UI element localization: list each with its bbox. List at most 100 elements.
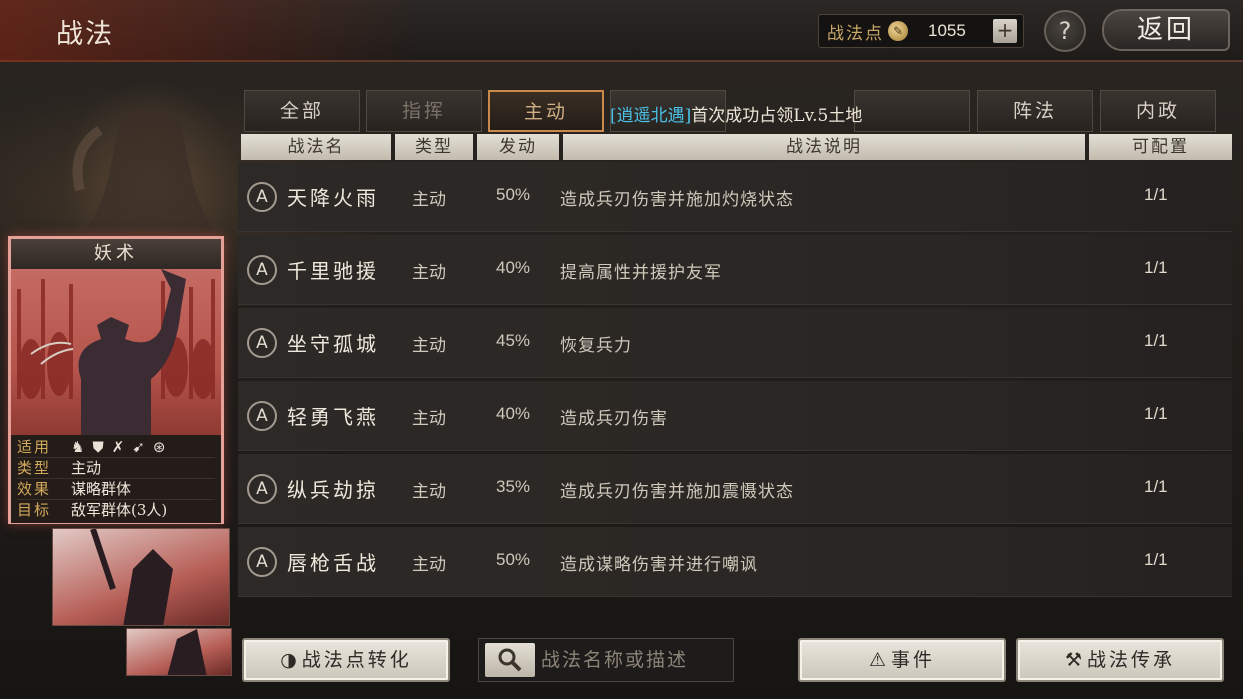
tactic-inherit-button[interactable]: ⚒ 战法传承: [1016, 638, 1224, 682]
tab-domestic[interactable]: 内政: [1100, 90, 1216, 132]
tactic-avail: 1/1: [1144, 404, 1168, 423]
tactic-points-label: 战法点: [827, 23, 884, 44]
tactic-name: 纵兵劫掠: [287, 478, 379, 502]
tab-command[interactable]: 指挥: [366, 90, 482, 132]
type-row: 类型 主动: [17, 458, 215, 479]
search-icon[interactable]: [485, 643, 535, 677]
tactic-inherit-label: 战法传承: [1087, 649, 1176, 671]
table-row[interactable]: A 轻勇飞燕 主动 40% 造成兵刃伤害 1/1: [238, 381, 1232, 451]
type-key: 类型: [17, 459, 52, 477]
events-button[interactable]: ⚠ 事件: [798, 638, 1006, 682]
tactic-name: 千里驰援: [287, 259, 379, 283]
tactic-points-value: 1055: [928, 21, 966, 40]
convert-points-label: 战法点转化: [301, 649, 412, 671]
stacked-tactic-card[interactable]: [126, 628, 232, 676]
tactic-list[interactable]: A 天降火雨 主动 50% 造成兵刃伤害并施加灼烧状态 1/1 A 千里驰援 主…: [238, 162, 1232, 598]
tactic-desc: 造成兵刃伤害并施加震慑状态: [560, 482, 794, 502]
tactic-avail: 1/1: [1144, 331, 1168, 350]
col-type-header[interactable]: 类型: [395, 134, 473, 160]
event-notice: [逍遥北遇]首次成功占领Lv.5土地: [610, 101, 862, 126]
tactic-name: 坐守孤城: [287, 332, 379, 356]
table-row[interactable]: A 千里驰援 主动 40% 提高属性并援护友军 1/1: [238, 235, 1232, 305]
tactic-type: 主动: [412, 336, 446, 356]
tactic-name: 唇枪舌战: [287, 551, 379, 575]
col-desc-header: 战法说明: [563, 134, 1085, 160]
event-notice-tag: [逍遥北遇]: [610, 106, 692, 126]
page-title: 战法: [56, 19, 114, 50]
tactic-desc: 提高属性并援护友军: [560, 263, 722, 283]
tactic-rate: 40%: [496, 258, 531, 277]
card-illustration: [11, 269, 221, 435]
unit-type-icons: ♞ ⛊ ✗ ➹ ⊛: [71, 437, 165, 457]
table-row[interactable]: A 天降火雨 主动 50% 造成兵刃伤害并施加灼烧状态 1/1: [238, 162, 1232, 232]
tactic-desc: 造成谋略伤害并进行嘲讽: [560, 555, 758, 575]
apply-row: 适用 ♞ ⛊ ✗ ➹ ⊛: [17, 437, 215, 458]
tactic-rate: 45%: [496, 331, 531, 350]
tactic-type: 主动: [412, 190, 446, 210]
col-rate-header[interactable]: 发动: [477, 134, 559, 160]
archer-icon: ✗: [111, 438, 125, 456]
effect-value: 谋略群体: [71, 480, 132, 498]
hammer-icon: ⚒: [1064, 649, 1086, 671]
tactic-avail: 1/1: [1144, 550, 1168, 569]
tactic-rate: 40%: [496, 404, 531, 423]
convert-points-button[interactable]: ◑ 战法点转化: [242, 638, 450, 682]
col-avail-header[interactable]: 可配置: [1089, 134, 1232, 160]
tactic-rate: 50%: [496, 550, 531, 569]
feather-coin-icon: ✎: [888, 21, 908, 41]
help-button[interactable]: ?: [1044, 10, 1086, 52]
tactic-avail: 1/1: [1144, 477, 1168, 496]
cavalry-icon: ♞: [71, 438, 85, 456]
table-row[interactable]: A 唇枪舌战 主动 50% 造成谋略伤害并进行嘲讽 1/1: [238, 527, 1232, 597]
grade-badge: A: [247, 182, 277, 212]
tactic-avail: 1/1: [1144, 258, 1168, 277]
tactic-type: 主动: [412, 555, 446, 575]
tactic-avail: 1/1: [1144, 185, 1168, 204]
search-input[interactable]: [541, 644, 727, 676]
spear-icon: ➹: [132, 438, 145, 456]
card-info-panel: 适用 ♞ ⛊ ✗ ➹ ⊛ 类型 主动 效果 谋略群体 目标 敌军群体(3人): [11, 435, 221, 523]
tactic-desc: 造成兵刃伤害并施加灼烧状态: [560, 190, 794, 210]
effect-row: 效果 谋略群体: [17, 479, 215, 500]
event-notice-text: 首次成功占领Lv.5土地: [691, 106, 863, 126]
alert-book-icon: ⚠: [868, 649, 890, 671]
shield-icon: ⛊: [92, 438, 104, 456]
tactic-type: 主动: [412, 409, 446, 429]
tactic-desc: 恢复兵力: [560, 336, 632, 356]
add-points-button[interactable]: +: [993, 19, 1017, 43]
tab-active[interactable]: 主动: [488, 90, 604, 132]
grade-badge: A: [247, 401, 277, 431]
target-row: 目标 敌军群体(3人): [17, 500, 215, 521]
col-name-header[interactable]: 战法名: [241, 134, 391, 160]
grade-badge: A: [247, 474, 277, 504]
search-box: [478, 638, 734, 682]
type-value: 主动: [71, 459, 102, 477]
tactic-desc: 造成兵刃伤害: [560, 409, 668, 429]
apply-key: 适用: [17, 438, 52, 456]
back-button[interactable]: 返回: [1102, 9, 1230, 51]
tactic-rate: 50%: [496, 185, 531, 204]
events-label: 事件: [891, 649, 936, 671]
selected-tactic-card[interactable]: 妖术 适用 ♞ ⛊ ✗ ➹ ⊛ 类型 主动 效果 谋略群体 目标 敌军群体(3人…: [8, 236, 224, 524]
table-row[interactable]: A 纵兵劫掠 主动 35% 造成兵刃伤害并施加震慑状态 1/1: [238, 454, 1232, 524]
stacked-tactic-card[interactable]: [52, 528, 230, 626]
target-value: 敌军群体(3人): [71, 501, 168, 519]
tab-all[interactable]: 全部: [244, 90, 360, 132]
tab-troop[interactable]: [854, 90, 970, 132]
tactic-points-display: 战法点 ✎ 1055 +: [818, 14, 1024, 48]
tactic-name: 天降火雨: [287, 186, 379, 210]
general-portrait-art: [60, 80, 240, 250]
grade-badge: A: [247, 328, 277, 358]
tactic-name: 轻勇飞燕: [287, 405, 379, 429]
effect-key: 效果: [17, 480, 52, 498]
grade-badge: A: [247, 547, 277, 577]
top-bar: 战法 战法点 ✎ 1055 + ? 返回: [0, 0, 1243, 62]
card-title: 妖术: [11, 239, 221, 269]
target-key: 目标: [17, 501, 52, 519]
tab-formation[interactable]: 阵法: [977, 90, 1093, 132]
table-row[interactable]: A 坐守孤城 主动 45% 恢复兵力 1/1: [238, 308, 1232, 378]
tactic-rate: 35%: [496, 477, 531, 496]
tactic-type: 主动: [412, 263, 446, 283]
convert-icon: ◑: [280, 649, 300, 671]
grade-badge: A: [247, 255, 277, 285]
